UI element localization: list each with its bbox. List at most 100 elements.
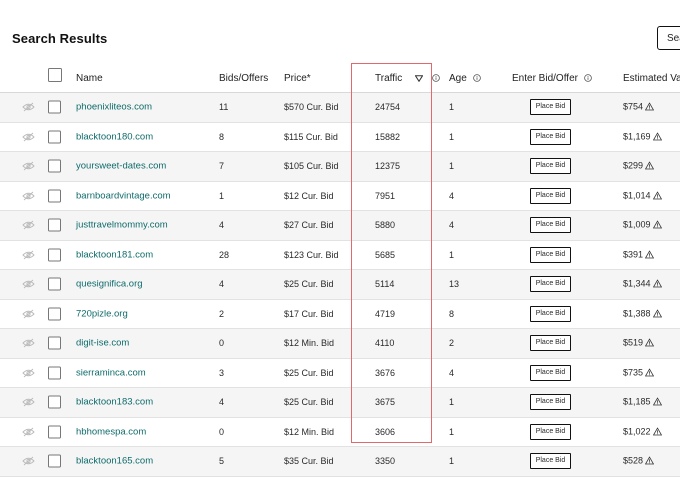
warning-icon[interactable] — [652, 132, 662, 142]
table-row: phoenixliteos.com 11 $570 Cur. Bid 24754 1 Pl… — [0, 93, 680, 123]
table-row: sierraminca.com 3 $25 Cur. Bid 3676 4 Place B… — [0, 359, 680, 388]
place-bid-button[interactable]: Place Bid — [530, 423, 571, 440]
domain-link[interactable]: hbhomespa.com — [76, 426, 146, 437]
row-checkbox[interactable] — [48, 307, 61, 321]
estimated-value: $1,344 — [623, 278, 651, 289]
eye-slash-icon[interactable] — [22, 397, 35, 407]
domain-link[interactable]: blacktoon165.com — [76, 456, 153, 467]
warning-icon[interactable] — [644, 161, 655, 172]
domain-link[interactable]: phoenixliteos.com — [76, 102, 152, 113]
warning-icon[interactable] — [644, 102, 655, 113]
header-estimated-value[interactable]: Estimated Val — [623, 73, 680, 84]
eye-slash-icon[interactable] — [22, 427, 35, 437]
price-value: $105 Cur. Bid — [284, 161, 339, 172]
info-icon[interactable] — [472, 74, 481, 85]
row-checkbox[interactable] — [48, 248, 61, 262]
warning-icon[interactable] — [652, 309, 662, 319]
bids-count: 0 — [219, 426, 225, 437]
eye-slash-icon[interactable] — [22, 220, 35, 230]
warning-icon[interactable] — [652, 220, 662, 231]
place-bid-button[interactable]: Place Bid — [530, 187, 571, 204]
eye-slash-icon[interactable] — [22, 102, 35, 112]
age-value: 2 — [449, 338, 455, 349]
header-enter-bid-group: Enter Bid/Offer — [512, 73, 592, 85]
place-bid-button[interactable]: Place Bid — [530, 364, 571, 381]
domain-link[interactable]: barnboardvintage.com — [76, 190, 171, 201]
row-checkbox[interactable] — [48, 395, 61, 409]
place-bid-button[interactable]: Place Bid — [530, 276, 571, 293]
age-value: 4 — [449, 190, 455, 201]
eye-slash-icon[interactable] — [22, 338, 35, 348]
info-icon[interactable] — [431, 74, 440, 85]
warning-icon[interactable] — [644, 338, 655, 349]
domain-link[interactable]: justtravelmommy.com — [76, 220, 168, 231]
traffic-value: 15882 — [375, 131, 401, 142]
domain-link[interactable]: yoursweet-dates.com — [76, 161, 166, 172]
price-value: $35 Cur. Bid — [284, 456, 334, 467]
estimated-value: $528 — [623, 455, 644, 466]
domain-link[interactable]: sierraminca.com — [76, 367, 146, 378]
table-row: blacktoon181.com 28 $123 Cur. Bid 5685 1 Plac… — [0, 241, 680, 270]
eye-slash-icon[interactable] — [22, 456, 35, 466]
row-checkbox[interactable] — [48, 277, 61, 291]
eye-slash-icon[interactable] — [22, 309, 35, 319]
warning-icon[interactable] — [644, 368, 655, 378]
warning-icon[interactable] — [644, 456, 655, 467]
domain-link[interactable]: blacktoon180.com — [76, 131, 153, 142]
domain-link[interactable]: 720pizle.org — [76, 308, 128, 319]
traffic-value: 5880 — [375, 220, 396, 231]
eye-slash-icon[interactable] — [22, 132, 35, 142]
header-price[interactable]: Price* — [284, 73, 311, 84]
header-bids[interactable]: Bids/Offers — [219, 73, 268, 84]
place-bid-button[interactable]: Place Bid — [530, 158, 571, 175]
row-checkbox[interactable] — [48, 100, 61, 114]
price-value: $17 Cur. Bid — [284, 308, 334, 319]
place-bid-button[interactable]: Place Bid — [530, 217, 571, 234]
row-checkbox[interactable] — [48, 189, 61, 203]
header-traffic[interactable]: Traffic — [375, 73, 402, 84]
row-checkbox[interactable] — [48, 366, 61, 380]
header-age[interactable]: Age — [449, 73, 467, 84]
row-checkbox[interactable] — [48, 336, 61, 350]
row-checkbox[interactable] — [48, 159, 61, 173]
price-value: $12 Cur. Bid — [284, 190, 334, 201]
eye-slash-icon[interactable] — [22, 191, 35, 201]
row-checkbox[interactable] — [48, 218, 61, 232]
domain-link[interactable]: blacktoon183.com — [76, 397, 153, 408]
warning-icon[interactable] — [652, 427, 662, 437]
eye-slash-icon[interactable] — [22, 368, 35, 378]
row-checkbox[interactable] — [48, 454, 61, 468]
bids-count: 8 — [219, 131, 225, 142]
place-bid-button[interactable]: Place Bid — [530, 99, 571, 116]
warning-icon[interactable] — [644, 250, 655, 260]
traffic-value: 5114 — [375, 279, 395, 290]
place-bid-button[interactable]: Place Bid — [530, 305, 571, 322]
row-checkbox[interactable] — [48, 425, 61, 439]
place-bid-button[interactable]: Place Bid — [530, 246, 571, 263]
domain-link[interactable]: blacktoon181.com — [76, 249, 153, 260]
age-value: 1 — [449, 161, 455, 172]
row-checkbox[interactable] — [48, 130, 61, 144]
warning-icon[interactable] — [652, 397, 662, 408]
eye-slash-icon[interactable] — [22, 250, 35, 260]
place-bid-button[interactable]: Place Bid — [530, 453, 571, 470]
estimated-value-group: $754 — [623, 102, 655, 113]
eye-slash-icon[interactable] — [22, 161, 35, 171]
select-all-checkbox[interactable] — [48, 68, 62, 82]
sort-down-icon[interactable] — [414, 74, 424, 85]
warning-icon[interactable] — [652, 191, 662, 201]
header-name[interactable]: Name — [76, 73, 103, 84]
eye-slash-icon[interactable] — [22, 279, 35, 289]
place-bid-button[interactable]: Place Bid — [530, 128, 571, 145]
domain-link[interactable]: digit-ise.com — [76, 338, 129, 349]
table-row: justtravelmommy.com 4 $27 Cur. Bid 5880 4 Pla… — [0, 211, 680, 241]
place-bid-button[interactable]: Place Bid — [530, 335, 571, 352]
table-row: blacktoon183.com 4 $25 Cur. Bid 3675 1 Place … — [0, 388, 680, 418]
age-value: 4 — [449, 367, 455, 378]
warning-icon[interactable] — [652, 279, 662, 290]
place-bid-button[interactable]: Place Bid — [530, 394, 571, 411]
search-button[interactable]: Sea — [657, 26, 680, 50]
traffic-value: 3676 — [375, 367, 396, 378]
domain-link[interactable]: quesignifica.org — [76, 279, 143, 290]
info-icon[interactable] — [583, 74, 592, 85]
